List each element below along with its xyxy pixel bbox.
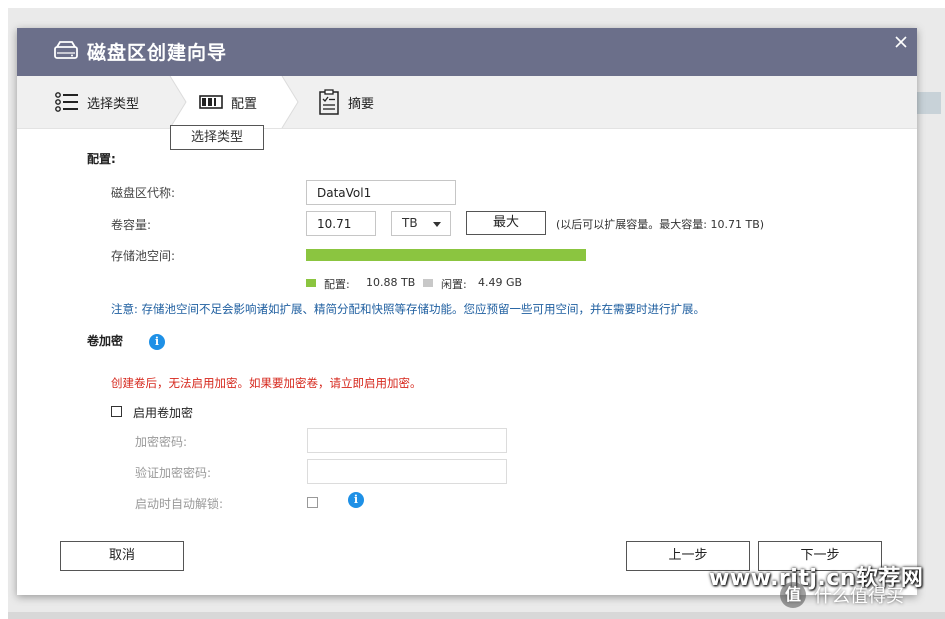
legend-allocated-value: 10.88 TB — [366, 276, 416, 289]
step-configure[interactable]: 配置 — [199, 76, 257, 128]
watermark-badge: 值 — [780, 582, 806, 608]
capacity-label: 卷容量: — [111, 218, 152, 232]
pool-space-label: 存储池空间: — [111, 249, 176, 263]
auto-unlock-checkbox[interactable] — [307, 497, 318, 508]
legend-free-swatch — [423, 279, 433, 287]
capacity-hint: (以后可以扩展容量。最大容量: 10.71 TB) — [556, 218, 765, 231]
legend-allocated-label: 配置: — [324, 278, 350, 291]
volume-creation-wizard-dialog: 磁盘区创建向导 选择类型 配置 摘要 选择类型 配置: 磁盘区代称: DataV… — [17, 28, 917, 595]
volume-alias-label: 磁盘区代称: — [111, 186, 176, 200]
clipboard-icon — [319, 89, 339, 115]
watermark-brand-text: 什么值得买 — [814, 586, 904, 607]
volume-alias-input[interactable]: DataVol1 — [306, 180, 456, 205]
step-label: 配置 — [231, 96, 258, 112]
encryption-warning: 创建卷后，无法启用加密。如果要加密卷，请立即启用加密。 — [111, 376, 422, 390]
capacity-input[interactable]: 10.71 — [306, 211, 376, 236]
encryption-password-input[interactable] — [307, 428, 507, 453]
step-label: 选择类型 — [87, 96, 140, 112]
disk-bar-icon — [199, 95, 223, 109]
dialog-title: 磁盘区创建向导 — [87, 42, 228, 64]
list-icon — [55, 92, 78, 112]
info-icon[interactable]: i — [149, 334, 165, 350]
background-bottom-edge — [8, 612, 945, 619]
legend-free-value: 4.49 GB — [478, 276, 523, 289]
pool-usage-bar — [306, 249, 586, 261]
background-row-highlight — [917, 92, 941, 114]
info-icon[interactable]: i — [348, 492, 364, 508]
verify-password-input[interactable] — [307, 459, 507, 484]
watermark-brand: 值 什么值得买 — [780, 582, 904, 608]
disk-icon — [54, 41, 78, 59]
step-summary[interactable]: 摘要 — [318, 76, 374, 128]
capacity-unit-select[interactable]: TB — [391, 211, 451, 236]
enable-encryption-checkbox[interactable] — [111, 406, 122, 417]
close-icon[interactable] — [893, 34, 909, 50]
capacity-unit-value: TB — [402, 216, 418, 230]
encryption-password-label: 加密密码: — [135, 435, 188, 449]
step-label: 摘要 — [348, 96, 375, 112]
legend-free-label: 闲置: — [441, 278, 467, 291]
dialog-titlebar: 磁盘区创建向导 — [17, 28, 917, 76]
enable-encryption-label: 启用卷加密 — [133, 406, 194, 420]
step-select-type[interactable]: 选择类型 — [55, 76, 139, 128]
encryption-section-label: 卷加密 — [87, 334, 124, 348]
max-capacity-button[interactable]: 最大 — [466, 211, 546, 235]
legend-allocated-swatch — [306, 279, 316, 287]
config-section-label: 配置: — [87, 152, 116, 166]
pool-space-notice: 注意: 存储池空间不足会影响诸如扩展、精简分配和快照等存储功能。您应预留一些可用… — [111, 302, 706, 316]
verify-password-label: 验证加密密码: — [135, 466, 212, 480]
cancel-button[interactable]: 取消 — [60, 541, 184, 571]
step-tooltip: 选择类型 — [170, 125, 264, 150]
auto-unlock-label: 启动时自动解锁: — [135, 497, 224, 511]
chevron-down-icon — [433, 222, 441, 227]
wizard-stepbar: 选择类型 配置 摘要 — [17, 76, 917, 129]
